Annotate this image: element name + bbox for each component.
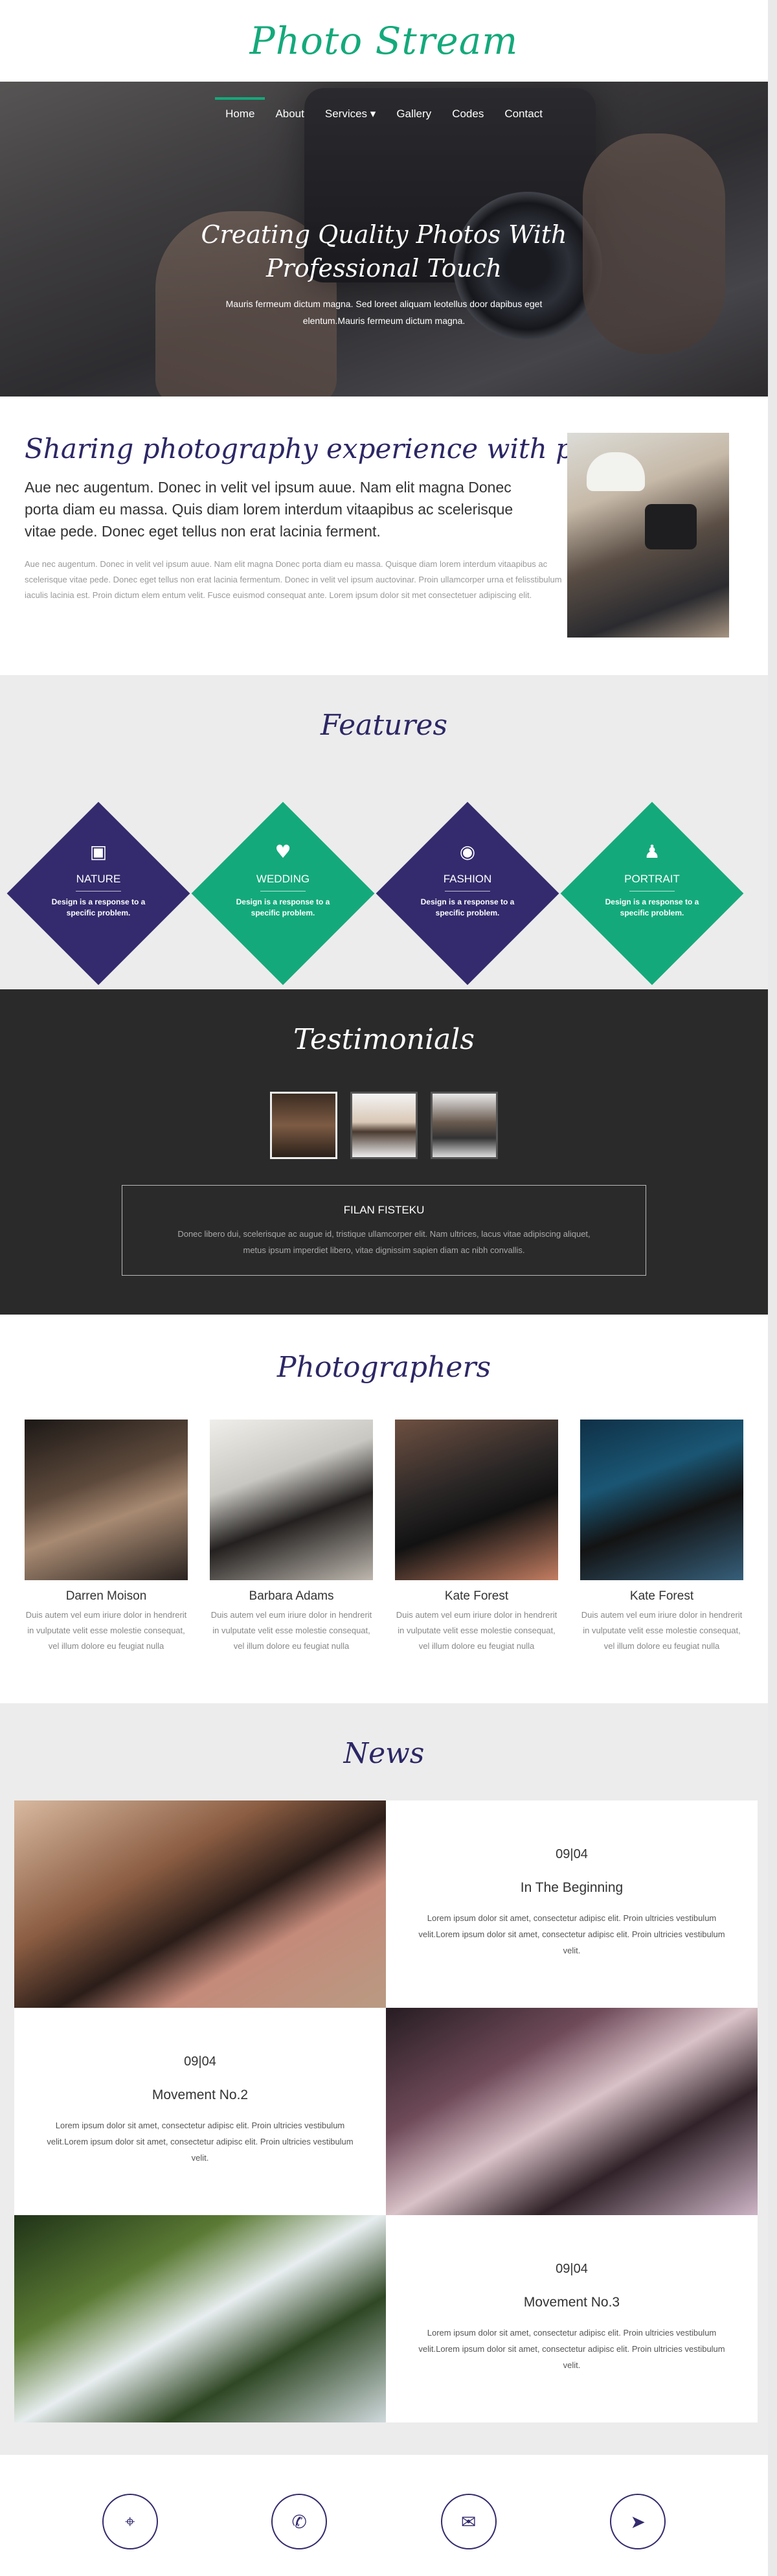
nav-services[interactable]: Services ▾ xyxy=(315,100,386,128)
photographer-desc: Duis autem vel eum iriure dolor in hendr… xyxy=(210,1610,372,1651)
features-heading: Features xyxy=(320,709,448,742)
news-body: Lorem ipsum dolor sit amet, consectetur … xyxy=(418,1913,725,1955)
about-body: Aue nec augentum. Donec in velit vel ips… xyxy=(25,559,562,600)
photographer-name: Darren Moison xyxy=(65,1589,147,1603)
camera-icon: ◉ xyxy=(459,841,476,862)
nav-gallery[interactable]: Gallery xyxy=(386,100,442,128)
photographer-card: Kate Forest Duis autem vel eum iriure do… xyxy=(395,1420,558,1654)
nav-contact[interactable]: Contact xyxy=(494,100,553,128)
photographer-photo[interactable] xyxy=(580,1420,743,1580)
image-icon: ▣ xyxy=(89,841,107,862)
news-image[interactable] xyxy=(14,1800,386,2008)
heart-icon: ♥ xyxy=(275,841,291,862)
news-body: Lorem ipsum dolor sit amet, consectetur … xyxy=(47,2121,354,2163)
testimonial-author: FILAN FISTEKU xyxy=(343,1204,425,1216)
paper-plane-icon[interactable]: ➤ xyxy=(610,2494,666,2549)
hero-text: Creating Quality Photos With Professiona… xyxy=(0,218,768,329)
news-image[interactable] xyxy=(386,2008,758,2215)
photographer-card: Barbara Adams Duis autem vel eum iriure … xyxy=(210,1420,373,1654)
news-item: 09|04 Movement No.3 Lorem ipsum dolor si… xyxy=(386,2215,758,2422)
testimonials-heading: Testimonials xyxy=(293,1023,475,1056)
photographers-heading: Photographers xyxy=(276,1351,491,1384)
photographer-desc: Duis autem vel eum iriure dolor in hendr… xyxy=(581,1610,743,1651)
photographer-name: Barbara Adams xyxy=(249,1589,334,1603)
phone-icon[interactable]: ✆ xyxy=(271,2494,328,2549)
testimonial-thumb-3[interactable] xyxy=(431,1092,498,1159)
page: Photo Stream Home About Services ▾ Galle… xyxy=(0,0,777,2576)
photographer-card: Kate Forest Duis autem vel eum iriure do… xyxy=(580,1420,743,1654)
news-item: 09|04 Movement No.2 Lorem ipsum dolor si… xyxy=(14,2008,386,2215)
photographer-photo[interactable] xyxy=(395,1420,558,1580)
news-title[interactable]: Movement No.2 xyxy=(14,2087,386,2103)
testimonial-thumbnails xyxy=(0,1092,768,1159)
news-item: 09|04 In The Beginning Lorem ipsum dolor… xyxy=(386,1800,758,2008)
testimonials-section: Testimonials FILAN FISTEKU Donec libero … xyxy=(0,989,768,1315)
news-image[interactable] xyxy=(14,2215,386,2422)
news-section: News 09|04 In The Beginning Lorem ipsum … xyxy=(0,1703,768,2455)
feature-wedding[interactable]: ♥ WEDDING Design is a response to a spec… xyxy=(225,840,341,919)
news-date: 09|04 xyxy=(556,1847,588,1861)
photographers-list: Darren Moison Duis autem vel eum iriure … xyxy=(25,1420,743,1654)
news-title[interactable]: Movement No.3 xyxy=(386,2295,758,2310)
nav-about[interactable]: About xyxy=(265,100,314,128)
site-header: Photo Stream xyxy=(0,0,768,82)
photographer-photo[interactable] xyxy=(210,1420,373,1580)
map-marker-icon[interactable]: ⌖ xyxy=(102,2494,158,2549)
photographer-card: Darren Moison Duis autem vel eum iriure … xyxy=(25,1420,188,1654)
user-icon: ♟ xyxy=(644,841,660,862)
feature-fashion[interactable]: ◉ FASHION Design is a response to a spec… xyxy=(409,840,526,919)
footer-contact-icons: ⌖ ✆ ✉ ➤ xyxy=(0,2494,768,2549)
about-lead: Aue nec augentum. Donec in velit vel ips… xyxy=(25,479,513,540)
news-heading: News xyxy=(343,1737,425,1770)
about-section: Sharing photography experience with peop… xyxy=(0,397,768,675)
nav-codes[interactable]: Codes xyxy=(442,100,494,128)
photographer-name: Kate Forest xyxy=(629,1589,694,1603)
news-title[interactable]: In The Beginning xyxy=(386,1880,758,1896)
testimonial-thumb-2[interactable] xyxy=(350,1092,418,1159)
photographer-photo[interactable] xyxy=(25,1420,188,1580)
photographer-desc: Duis autem vel eum iriure dolor in hendr… xyxy=(396,1610,557,1651)
features-list: ▣ NATURE Design is a response to a speci… xyxy=(0,801,768,985)
photographers-section: Photographers Darren Moison Duis autem v… xyxy=(0,1315,768,1703)
photographer-desc: Duis autem vel eum iriure dolor in hendr… xyxy=(25,1610,187,1651)
hero-title: Creating Quality Photos With Professiona… xyxy=(201,220,567,282)
photographer-name: Kate Forest xyxy=(444,1589,509,1603)
hero-subtitle: Mauris fermeum dictum magna. Sed loreet … xyxy=(225,299,543,326)
main-nav: Home About Services ▾ Gallery Codes Cont… xyxy=(0,97,768,128)
photographer-image xyxy=(567,433,729,638)
envelope-icon[interactable]: ✉ xyxy=(440,2494,497,2549)
site-footer: ⌖ ✆ ✉ ➤ xyxy=(0,2455,768,2576)
news-date: 09|04 xyxy=(556,2262,588,2276)
news-body: Lorem ipsum dolor sit amet, consectetur … xyxy=(418,2328,725,2370)
hero-banner: Home About Services ▾ Gallery Codes Cont… xyxy=(0,82,768,397)
testimonial-quote: FILAN FISTEKU Donec libero dui, sceleris… xyxy=(122,1185,646,1276)
site-logo[interactable]: Photo Stream xyxy=(250,19,519,63)
feature-nature[interactable]: ▣ NATURE Design is a response to a speci… xyxy=(40,840,157,919)
news-grid: 09|04 In The Beginning Lorem ipsum dolor… xyxy=(14,1800,758,2422)
testimonial-text: Donec libero dui, scelerisque ac augue i… xyxy=(177,1229,591,1255)
news-date: 09|04 xyxy=(184,2054,216,2069)
feature-portrait[interactable]: ♟ PORTRAIT Design is a response to a spe… xyxy=(594,840,710,919)
testimonial-thumb-1[interactable] xyxy=(270,1092,337,1159)
nav-home[interactable]: Home xyxy=(215,97,265,128)
features-section: Features ▣ NATURE Design is a response t… xyxy=(0,675,768,989)
